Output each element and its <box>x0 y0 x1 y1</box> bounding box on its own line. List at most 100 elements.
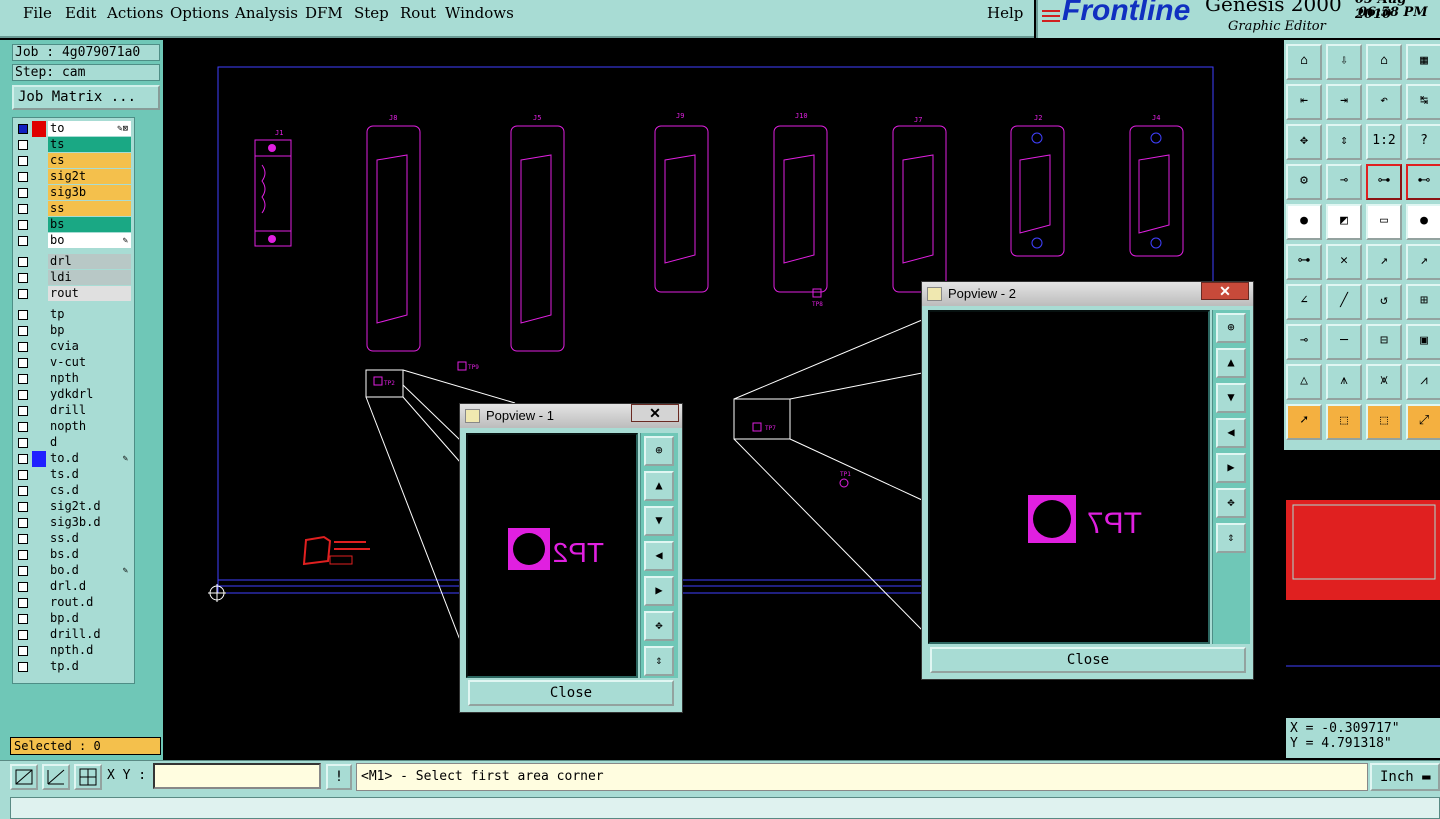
triangle2-icon[interactable]: ⩚ <box>1326 364 1362 400</box>
layer-row[interactable]: cs <box>13 153 136 169</box>
layer-row[interactable]: tp <box>13 307 136 323</box>
layer-name[interactable]: bp.d <box>48 611 131 626</box>
layer-name[interactable]: sig2t <box>48 169 131 184</box>
pan-down-icon[interactable]: ▼ <box>1216 383 1246 413</box>
layer-checkbox[interactable] <box>18 289 28 299</box>
layer-row[interactable]: drill.d <box>13 627 136 643</box>
layer-row[interactable]: ydkdrl <box>13 387 136 403</box>
layer-name[interactable]: drill.d <box>48 627 131 642</box>
layer-row[interactable]: to.d ✎ <box>13 451 136 467</box>
home-icon[interactable]: ⌂ <box>1286 44 1322 80</box>
layer-name[interactable]: sig2t.d <box>48 499 131 514</box>
layer-checkbox[interactable] <box>18 486 28 496</box>
link-icon[interactable]: ⊸ <box>1286 324 1322 360</box>
pad-icon[interactable]: ● <box>1286 204 1322 240</box>
house-icon[interactable]: ⌂ <box>1366 44 1402 80</box>
layer-name[interactable]: cs.d <box>48 483 131 498</box>
help-icon[interactable]: ? <box>1406 124 1440 160</box>
swap-icon[interactable]: ↹ <box>1406 84 1440 120</box>
layer-checkbox[interactable] <box>18 566 28 576</box>
layer-name[interactable]: sig3b.d <box>48 515 131 530</box>
layer-checkbox[interactable] <box>18 236 28 246</box>
pan-right-icon[interactable]: ▶ <box>1216 453 1246 483</box>
layer-checkbox[interactable] <box>18 518 28 528</box>
layer-checkbox[interactable] <box>18 502 28 512</box>
layer-row[interactable]: drill <box>13 403 136 419</box>
layer-row[interactable]: bp.d <box>13 611 136 627</box>
layer-checkbox[interactable] <box>18 438 28 448</box>
layer-row[interactable]: bo ✎ <box>13 233 136 249</box>
scale-icon[interactable]: 1:2 <box>1366 124 1402 160</box>
pan-left-icon[interactable]: ◀ <box>644 541 674 571</box>
measure-icon[interactable] <box>42 764 70 790</box>
layer-name[interactable]: ldi <box>48 270 131 285</box>
layer-name[interactable]: drl <box>48 254 131 269</box>
menu-analysis[interactable]: Analysis <box>235 4 298 22</box>
snap-icon[interactable] <box>10 764 38 790</box>
rotate-icon[interactable]: ↺ <box>1366 284 1402 320</box>
layer-row[interactable]: ts.d <box>13 467 136 483</box>
layer-checkbox[interactable] <box>18 646 28 656</box>
layer-checkbox[interactable] <box>18 582 28 592</box>
arrow2-icon[interactable]: ↗ <box>1406 244 1440 280</box>
layer-row[interactable]: npth.d <box>13 643 136 659</box>
node-icon[interactable]: ⊶ <box>1286 244 1322 280</box>
probe-icon[interactable]: ⊸ <box>1326 164 1362 200</box>
dot-icon[interactable]: ● <box>1406 204 1440 240</box>
layer-checkbox[interactable] <box>18 454 28 464</box>
layer-checkbox[interactable] <box>18 630 28 640</box>
exclaim-button[interactable]: ! <box>326 764 352 790</box>
layer-row[interactable]: bs.d <box>13 547 136 563</box>
layer-checkbox[interactable] <box>18 257 28 267</box>
layer-row[interactable]: ss <box>13 201 136 217</box>
pan-right-icon[interactable]: ▶ <box>644 576 674 606</box>
menu-edit[interactable]: Edit <box>65 4 96 22</box>
menu-file[interactable]: File <box>23 4 52 22</box>
panel-icon[interactable]: ⊟ <box>1366 324 1402 360</box>
popview-2-close-icon[interactable]: ✕ <box>1201 282 1249 300</box>
fit-icon[interactable]: ✥ <box>1286 124 1322 160</box>
layer-row[interactable]: ts <box>13 137 136 153</box>
layer-name[interactable]: drill <box>48 403 131 418</box>
menu-step[interactable]: Step <box>354 4 389 22</box>
layer-checkbox[interactable] <box>18 204 28 214</box>
menu-help[interactable]: Help <box>987 4 1023 22</box>
zoom-home-icon[interactable]: ⇕ <box>1216 523 1246 553</box>
fit-icon[interactable]: ✥ <box>644 611 674 641</box>
layer-checkbox[interactable] <box>18 358 28 368</box>
layer-name[interactable]: bo ✎ <box>48 233 131 248</box>
menu-dfm[interactable]: DFM <box>305 4 343 22</box>
layer-checkbox[interactable] <box>18 342 28 352</box>
pan-left-icon[interactable]: ◀ <box>1216 418 1246 448</box>
zoom-in-icon[interactable]: ⊕ <box>1216 313 1246 343</box>
pan-up-icon[interactable]: ▲ <box>1216 348 1246 378</box>
layer-row[interactable]: drl <box>13 254 136 270</box>
layer-row[interactable]: nopth <box>13 419 136 435</box>
layer-name[interactable]: sig3b <box>48 185 131 200</box>
pan-down-icon[interactable]: ▼ <box>644 506 674 536</box>
select-box-icon[interactable]: ⬚ <box>1326 404 1362 440</box>
layer-checkbox[interactable] <box>18 124 28 134</box>
select-lasso-icon[interactable]: ⬚ <box>1366 404 1402 440</box>
layer-checkbox[interactable] <box>18 534 28 544</box>
zoom-home-icon[interactable]: ⇕ <box>644 646 674 676</box>
overview-map[interactable] <box>1286 450 1440 758</box>
forward-icon[interactable]: ⇥ <box>1326 84 1362 120</box>
layer-checkbox[interactable] <box>18 550 28 560</box>
layer-row[interactable]: bp <box>13 323 136 339</box>
layer-name[interactable]: tp <box>48 307 131 322</box>
layer-name[interactable]: ts.d <box>48 467 131 482</box>
layer-checkbox[interactable] <box>18 310 28 320</box>
layer-name[interactable]: ydkdrl <box>48 387 131 402</box>
layer-name[interactable]: to.d ✎ <box>48 451 131 466</box>
layer-checkbox[interactable] <box>18 470 28 480</box>
layer-name[interactable]: tp.d <box>48 659 131 674</box>
grid-icon[interactable] <box>74 764 102 790</box>
layer-checkbox[interactable] <box>18 374 28 384</box>
layer-row[interactable]: to ✎⊠ <box>13 121 136 137</box>
popview-2-close-button[interactable]: Close <box>930 647 1246 673</box>
angle-icon[interactable]: ∠ <box>1286 284 1322 320</box>
layer-name[interactable]: cvia <box>48 339 131 354</box>
layer-name[interactable]: ss <box>48 201 131 216</box>
layer-checkbox[interactable] <box>18 220 28 230</box>
